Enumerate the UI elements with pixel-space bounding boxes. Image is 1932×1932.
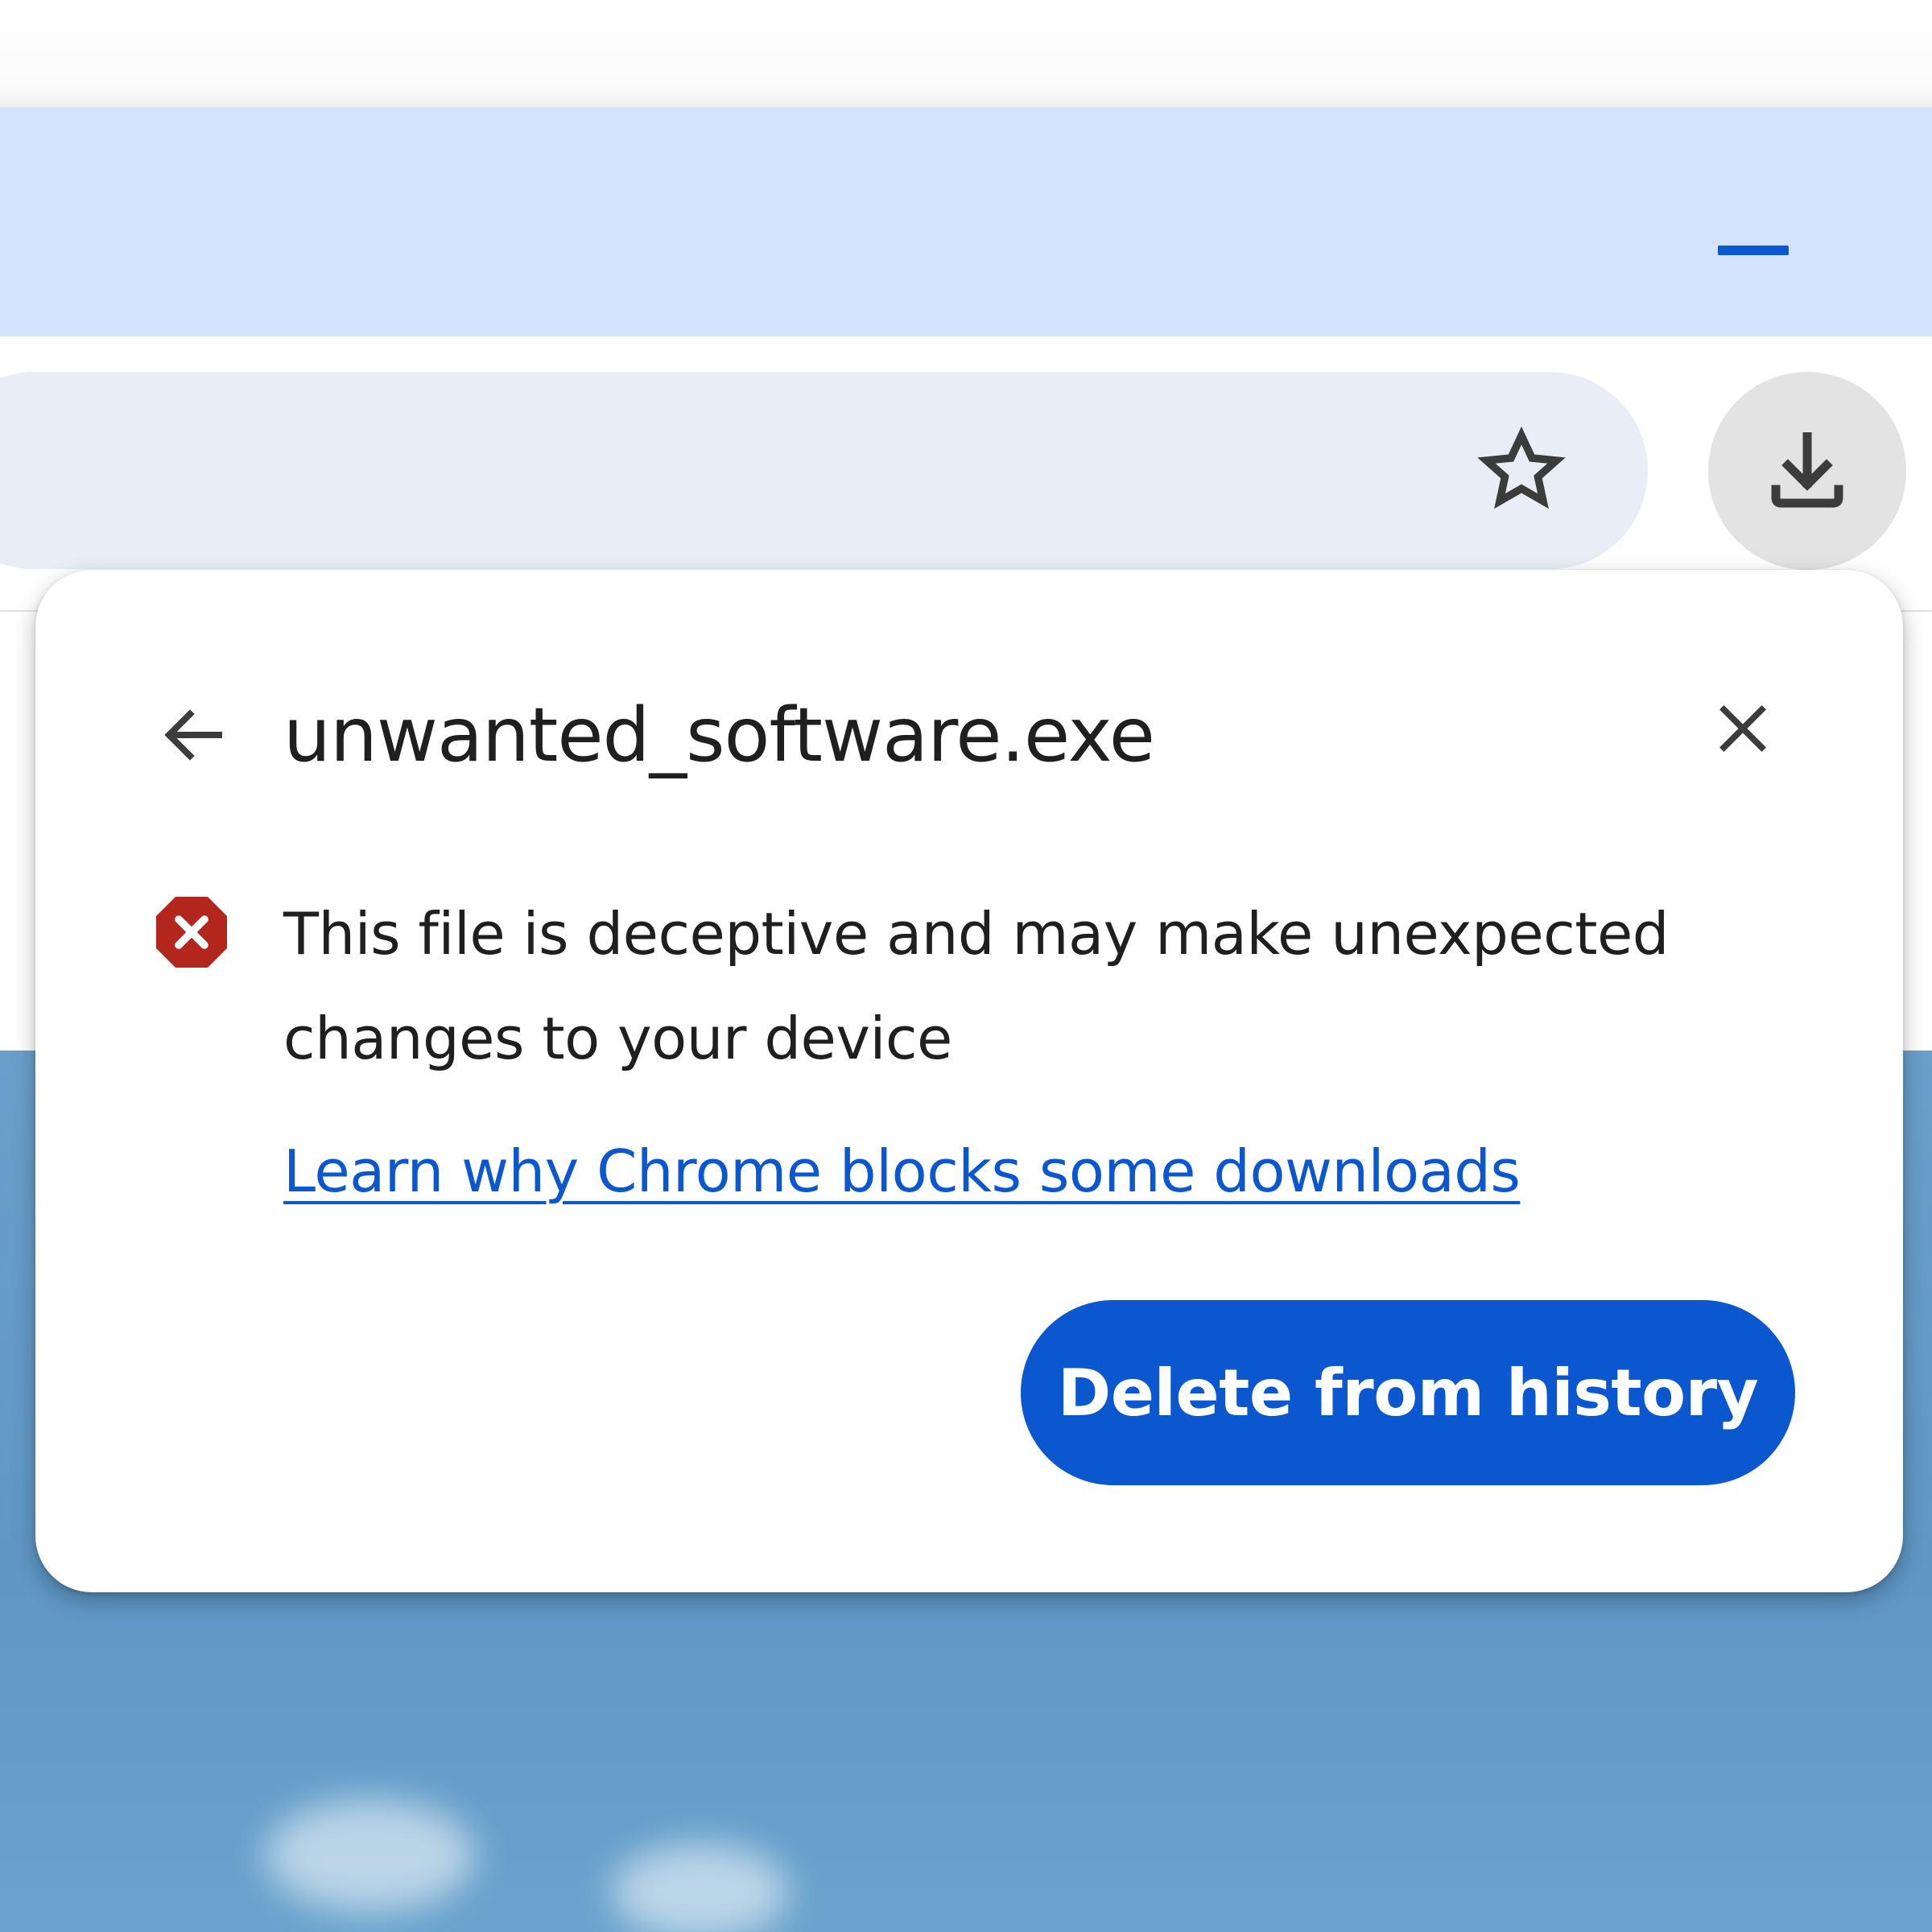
arrow-left-icon	[164, 709, 222, 761]
back-button[interactable]	[149, 691, 237, 779]
address-bar[interactable]	[0, 372, 1648, 569]
learn-more-link[interactable]: Learn why Chrome blocks some downloads	[283, 1127, 1521, 1216]
warning-message: This file is deceptive and may make unex…	[283, 900, 1669, 1072]
bookmark-button[interactable]	[1465, 419, 1578, 523]
minimize-icon	[1718, 246, 1789, 255]
downloads-button[interactable]	[1708, 372, 1906, 570]
star-icon	[1477, 426, 1566, 509]
browser-window: unwanted_software.exe This file is decep…	[0, 0, 1932, 1932]
error-octagon-icon	[156, 897, 227, 968]
window-top-edge	[0, 0, 1932, 107]
minimize-button[interactable]	[1690, 217, 1789, 282]
tab-strip	[0, 107, 1932, 336]
download-icon	[1771, 432, 1843, 508]
file-name: unwanted_software.exe	[283, 691, 1155, 778]
close-button[interactable]	[1699, 684, 1787, 773]
delete-from-history-button[interactable]: Delete from history	[1021, 1300, 1795, 1485]
close-icon	[1719, 705, 1766, 752]
